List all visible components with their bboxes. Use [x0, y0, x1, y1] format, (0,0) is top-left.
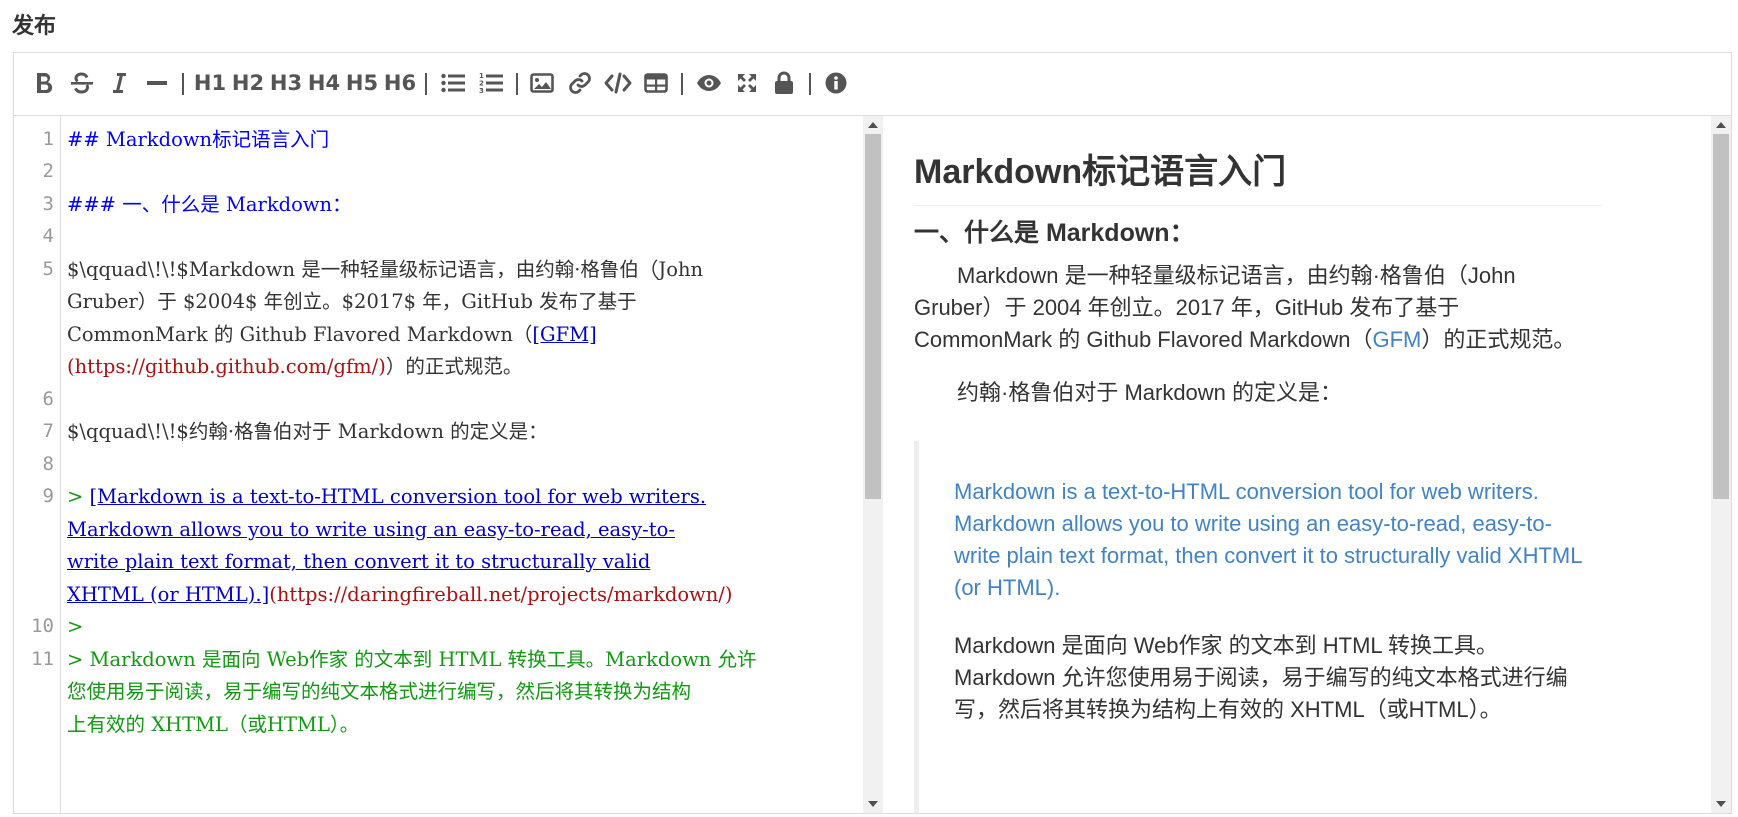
lock-icon[interactable] — [773, 67, 795, 99]
toolbar-separator — [516, 73, 518, 95]
preview-line: Markdown 是一种轻量级标记语言，由约翰·格鲁伯（John — [957, 263, 1516, 288]
preview-heading-h3: 一、什么是 Markdown： — [914, 219, 1195, 247]
code-link-text: [Markdown is a text-to-HTML conversion t… — [89, 485, 707, 508]
code-text: CommonMark 的 Github Flavored Markdown（ — [67, 323, 533, 346]
line-number: 8 — [42, 453, 54, 475]
code-line: $\qquad\!\!$约翰·格鲁伯对于 Markdown 的定义是： — [67, 420, 548, 443]
code-url: (https://daringfireball.net/projects/mar… — [269, 583, 733, 606]
scroll-down-arrow-icon[interactable] — [1716, 801, 1726, 807]
svg-text:3: 3 — [479, 87, 484, 94]
line-number-gutter: 1 2 3 4 5 6 7 8 9 10 11 — [14, 116, 61, 813]
h3-button[interactable]: H3 — [270, 67, 302, 99]
code-link-text: XHTML (or HTML).] — [67, 583, 270, 606]
code-text: ）的正式规范。 — [385, 355, 523, 378]
code-line: 上有效的 XHTML（或HTML）。 — [67, 713, 360, 736]
line-number: 9 — [42, 485, 54, 507]
code-line: ## Markdown标记语言入门 — [67, 128, 330, 151]
gfm-link[interactable]: GFM — [1372, 327, 1421, 352]
preview-line: Gruber）于 2004 年创立。2017 年，GitHub 发布了基于 — [914, 295, 1460, 320]
ordered-list-icon[interactable]: 123 — [478, 67, 504, 99]
link-icon[interactable] — [567, 67, 593, 99]
line-number: 5 — [42, 258, 54, 280]
line-number: 3 — [42, 193, 54, 215]
code-line: > — [67, 615, 84, 638]
markdown-editor: H1 H2 H3 H4 H5 H6 123 1 2 3 4 5 6 7 8 9 … — [13, 52, 1732, 814]
info-icon[interactable] — [824, 67, 848, 99]
line-number: 1 — [42, 128, 54, 150]
h1-button[interactable]: H1 — [194, 67, 226, 99]
page-title: 发布 — [12, 14, 57, 39]
code-line: write plain text format, then convert it… — [67, 550, 651, 573]
code-line: (https://github.github.com/gfm/)）的正式规范。 — [67, 349, 857, 385]
h2-button[interactable]: H2 — [232, 67, 264, 99]
line-number: 10 — [31, 615, 54, 637]
code-line: Markdown allows you to write using an ea… — [67, 518, 675, 541]
code-line: XHTML (or HTML).](https://daringfireball… — [67, 577, 857, 613]
code-line: CommonMark 的 Github Flavored Markdown（[G… — [67, 317, 857, 353]
preview-blockquote: Markdown is a text-to-HTML conversion to… — [914, 441, 1607, 813]
bold-icon[interactable] — [32, 67, 56, 99]
line-number: 2 — [42, 160, 54, 182]
quote-marker: > — [67, 485, 90, 508]
code-icon[interactable] — [603, 67, 633, 99]
preview-pane: Markdown标记语言入门 一、什么是 Markdown： Markdown … — [883, 116, 1731, 813]
code-line: > Markdown 是面向 Web作家 的文本到 HTML 转换工具。Mark… — [67, 648, 757, 671]
toolbar-separator — [681, 73, 683, 95]
code-scrollbar[interactable] — [863, 116, 883, 813]
unordered-list-icon[interactable] — [440, 67, 466, 99]
scroll-up-arrow-icon[interactable] — [1716, 122, 1726, 128]
fullscreen-icon[interactable] — [735, 67, 759, 99]
italic-icon[interactable] — [109, 67, 129, 99]
h4-button[interactable]: H4 — [308, 67, 340, 99]
toolbar-separator — [809, 73, 811, 95]
preview-paragraph: Markdown 是一种轻量级标记语言，由约翰·格鲁伯（John Gruber）… — [914, 260, 1604, 356]
h6-button[interactable]: H6 — [384, 67, 416, 99]
code-line: $\qquad\!\!$Markdown 是一种轻量级标记语言，由约翰·格鲁伯（… — [67, 258, 704, 281]
code-scrollbar-thumb[interactable] — [865, 134, 881, 499]
markdown-definition-link[interactable]: Markdown is a text-to-HTML conversion to… — [954, 476, 1594, 604]
preview-text: ）的正式规范。 — [1421, 327, 1576, 352]
code-line: 您使用易于阅读，易于编写的纯文本格式进行编写，然后将其转换为结构 — [67, 680, 692, 703]
horizontal-rule-icon[interactable] — [146, 67, 168, 99]
code-editor-pane[interactable]: 1 2 3 4 5 6 7 8 9 10 11 ## Markdown标记语言入… — [14, 116, 863, 813]
code-line: > [Markdown is a text-to-HTML conversion… — [67, 479, 857, 515]
preview-scrollbar[interactable] — [1711, 116, 1731, 813]
toolbar-separator — [182, 73, 184, 95]
table-icon[interactable] — [643, 67, 669, 99]
line-number: 4 — [42, 225, 54, 247]
preview-heading-h2: Markdown标记语言入门 — [914, 144, 1602, 206]
image-icon[interactable] — [529, 67, 555, 99]
toolbar-separator — [425, 73, 427, 95]
code-url: (https://github.github.com/gfm/) — [67, 355, 386, 378]
blockquote-paragraph: Markdown 是面向 Web作家 的文本到 HTML 转换工具。Markdo… — [954, 633, 1568, 722]
scroll-up-arrow-icon[interactable] — [868, 122, 878, 128]
preview-paragraph: 约翰·格鲁伯对于 Markdown 的定义是： — [957, 380, 1343, 405]
preview-text: CommonMark 的 Github Flavored Markdown（ — [914, 327, 1373, 352]
code-line: ### 一、什么是 Markdown： — [67, 193, 352, 216]
eye-icon[interactable] — [695, 67, 723, 99]
toolbar: H1 H2 H3 H4 H5 H6 123 — [14, 53, 1731, 116]
strikethrough-icon[interactable] — [69, 67, 95, 99]
code-link-text: [GFM] — [532, 323, 597, 346]
preview-line: CommonMark 的 Github Flavored Markdown（GF… — [914, 324, 1604, 356]
line-number: 11 — [31, 648, 54, 670]
preview-scrollbar-thumb[interactable] — [1713, 134, 1729, 499]
line-number: 7 — [42, 420, 54, 442]
line-number: 6 — [42, 388, 54, 410]
h5-button[interactable]: H5 — [346, 67, 378, 99]
code-line: Gruber）于 $2004$ 年创立。$2017$ 年，GitHub 发布了基… — [67, 290, 637, 313]
scroll-down-arrow-icon[interactable] — [868, 801, 878, 807]
